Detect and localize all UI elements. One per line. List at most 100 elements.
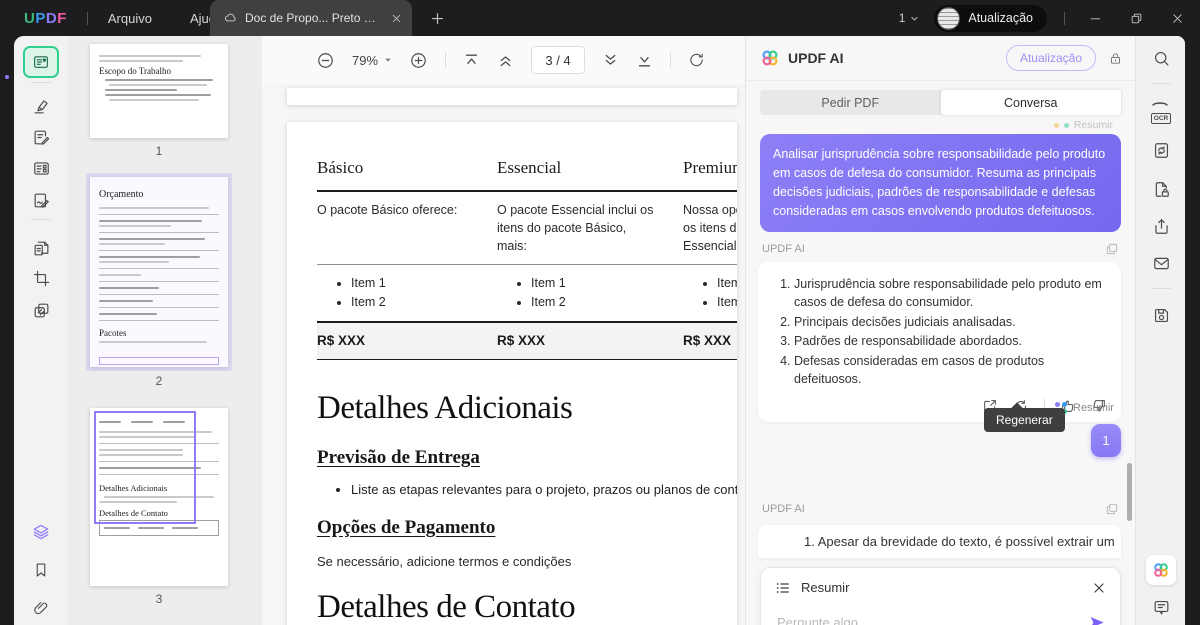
updf-app-window: U P D F Arquivo Ajuda Doc de Propo... Pr… <box>0 0 1200 625</box>
layers-icon[interactable] <box>25 517 57 547</box>
next-page-icon[interactable] <box>602 52 619 69</box>
decor-table-row <box>99 233 219 251</box>
doc-subheading-payment: Opções de Pagamento <box>317 516 496 538</box>
user-message-bubble: Analisar jurisprudência sobre responsabi… <box>760 134 1121 232</box>
highlighter-icon[interactable] <box>25 91 57 121</box>
annotate-icon[interactable] <box>25 122 57 152</box>
rail-divider <box>1151 288 1171 289</box>
page-reference-badge[interactable]: 1 <box>1091 424 1121 457</box>
send-icon[interactable] <box>1087 613 1106 625</box>
minimize-button[interactable] <box>1082 5 1108 31</box>
decor-line <box>105 79 213 81</box>
ask-input[interactable] <box>775 613 1087 625</box>
mail-icon[interactable] <box>1146 248 1176 278</box>
zoom-in-icon[interactable] <box>409 51 428 70</box>
ai-sender-row: UPDF AI <box>762 502 1119 516</box>
previous-page-icon[interactable] <box>497 52 514 69</box>
table-header-cell: Premium <box>683 158 737 192</box>
tab-pedir-pdf[interactable]: Pedir PDF <box>760 90 941 115</box>
organize-pages-icon[interactable] <box>25 233 57 263</box>
restore-button[interactable] <box>1123 5 1149 31</box>
logo-letter: P <box>35 9 46 27</box>
avatar <box>937 6 961 30</box>
decor-table-row <box>99 282 219 295</box>
share-icon[interactable] <box>1146 211 1176 241</box>
ocr-icon[interactable]: OCR <box>1146 98 1176 128</box>
crop-icon[interactable] <box>25 263 57 293</box>
page-thumbnail-1[interactable]: Escopo do Trabalho <box>90 44 228 138</box>
save-icon[interactable] <box>1146 300 1176 330</box>
titlebar: U P D F Arquivo Ajuda Doc de Propo... Pr… <box>0 0 1200 36</box>
zoom-level-dropdown[interactable]: 79% <box>352 53 392 68</box>
cloud-icon <box>223 11 237 25</box>
rotate-icon[interactable] <box>688 52 705 69</box>
form-field-icon[interactable] <box>25 153 57 183</box>
dot-icon <box>1053 122 1059 128</box>
new-tab-button[interactable] <box>426 7 448 29</box>
lock-icon[interactable] <box>1108 51 1123 66</box>
table-cell: O pacote Básico oferece: <box>317 192 497 266</box>
rail-divider <box>31 219 51 220</box>
stamp-icon[interactable] <box>25 295 57 325</box>
copy-icon[interactable] <box>1105 242 1119 256</box>
last-page-icon[interactable] <box>636 52 653 69</box>
window-frame-strip <box>0 36 14 625</box>
account-button[interactable]: Atualização <box>934 4 1047 32</box>
quick-action-label: Resumir <box>1073 402 1114 414</box>
thumb-heading: Escopo do Trabalho <box>99 66 171 76</box>
copy-icon[interactable] <box>1105 502 1119 516</box>
window-count-dropdown[interactable]: 1 <box>899 11 920 25</box>
ai-panel-header: UPDF AI Atualização <box>746 36 1135 81</box>
comment-icon[interactable] <box>1146 592 1176 622</box>
updf-ai-shortcut-icon[interactable] <box>1146 555 1176 585</box>
ocr-label: OCR <box>1150 113 1172 124</box>
protect-icon[interactable] <box>1146 174 1176 204</box>
page-2-bottom <box>287 88 737 105</box>
close-window-button[interactable] <box>1164 5 1190 31</box>
doc-heading-additional-details: Detalhes Adicionais <box>317 389 573 426</box>
reader-mode-icon[interactable] <box>23 46 59 78</box>
document-tab[interactable]: Doc de Propo... Preto Cinza <box>210 0 412 36</box>
decor-table-row <box>99 202 219 215</box>
ai-response-item: Jurisprudência sobre responsabilidade pe… <box>794 276 1107 312</box>
decor-line <box>99 60 183 62</box>
bookmark-icon[interactable] <box>25 555 57 585</box>
thumbnail-panel: Escopo do Trabalho 1 Orçamento Pacotes 2… <box>68 36 263 625</box>
page-thumbnail-3[interactable]: Detalhes Adicionais Detalhes de Contato <box>90 408 228 586</box>
chat-scrollbar[interactable] <box>1127 463 1132 521</box>
accent-dot <box>5 75 9 79</box>
signature-icon[interactable] <box>25 185 57 215</box>
ai-response-partial: 1. Apesar da brevidade do texto, é possí… <box>758 524 1121 558</box>
ai-input-card: Resumir <box>760 566 1121 625</box>
first-page-icon[interactable] <box>463 52 480 69</box>
doc-bullet: Liste as etapas relevantes para o projet… <box>351 482 737 497</box>
search-icon[interactable] <box>1146 43 1176 73</box>
right-tool-rail: OCR <box>1135 36 1185 625</box>
page-thumbnail-2[interactable]: Orçamento Pacotes <box>90 177 228 367</box>
decor-line <box>105 94 211 96</box>
thumbnail-number: 3 <box>155 592 163 606</box>
ai-upgrade-button[interactable]: Atualização <box>1005 45 1096 71</box>
ai-panel-title: UPDF AI <box>788 50 844 66</box>
zoom-out-icon[interactable] <box>316 51 335 70</box>
ai-mode-tabs: Pedir PDF Conversa <box>760 90 1121 115</box>
chat-gap <box>746 422 1135 502</box>
account-label: Atualização <box>968 11 1033 25</box>
attachment-icon[interactable] <box>25 593 57 623</box>
viewport-indicator[interactable] <box>94 411 196 524</box>
menu-arquivo[interactable]: Arquivo <box>108 11 152 26</box>
table-cell: Item 1Item 2 <box>683 265 737 323</box>
regenerate-tooltip: Regenerar <box>984 408 1065 432</box>
convert-icon[interactable] <box>1146 135 1176 165</box>
page-number-input[interactable]: 3 / 4 <box>531 46 586 74</box>
doc-heading-contact: Detalhes de Contato <box>317 588 576 625</box>
ai-response-list: Jurisprudência sobre responsabilidade pe… <box>768 276 1107 389</box>
decor-line <box>109 84 208 86</box>
price-cell: R$ XXX <box>317 322 497 360</box>
dot-icon <box>1063 122 1069 128</box>
titlebar-divider <box>1064 11 1065 25</box>
tab-close-icon[interactable] <box>391 13 402 24</box>
ai-sender-label: UPDF AI <box>762 502 805 515</box>
tab-conversa[interactable]: Conversa <box>940 90 1121 115</box>
close-mode-icon[interactable] <box>1092 581 1106 595</box>
